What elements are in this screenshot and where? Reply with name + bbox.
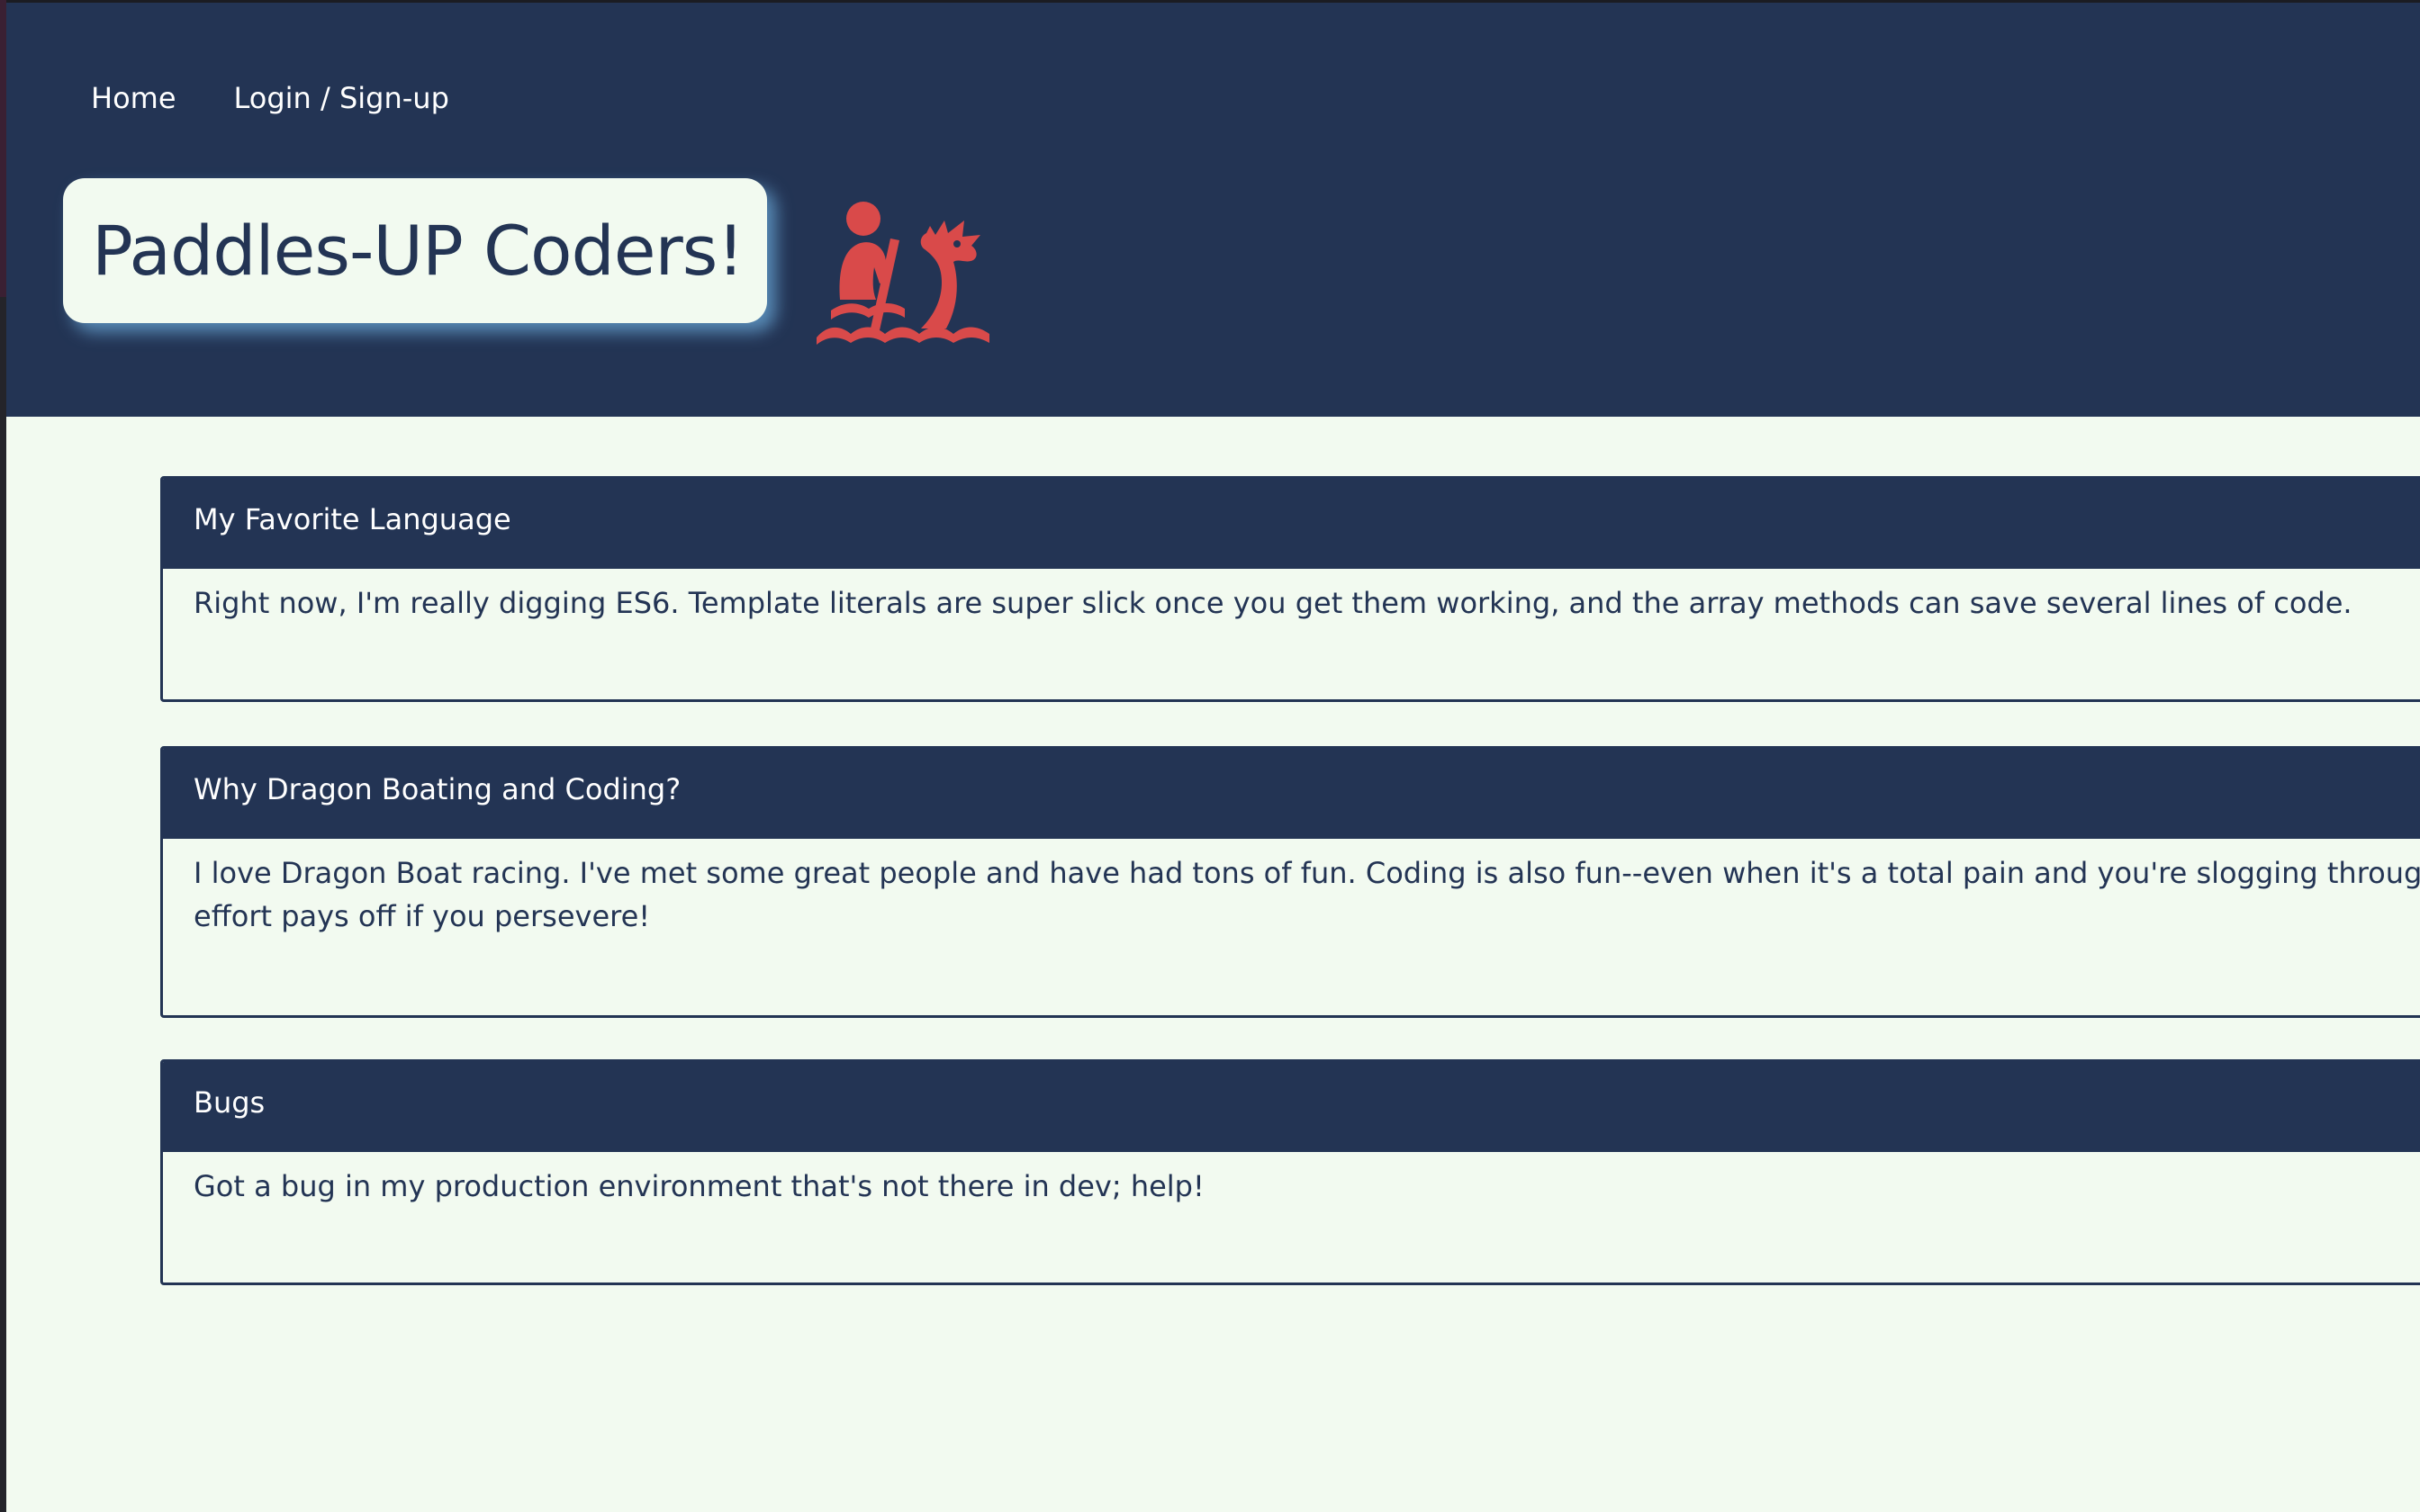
- dragon-boat-paddler-icon: [817, 202, 989, 345]
- post-card-title: My Favorite Language: [163, 479, 2420, 569]
- window-frame-tint: [0, 0, 6, 297]
- post-card-body-line: I love Dragon Boat racing. I've met some…: [194, 856, 2420, 890]
- top-nav: Home Login / Sign-up: [91, 78, 449, 118]
- post-card-body-line: Got a bug in my production environment t…: [194, 1169, 1205, 1203]
- post-card-body: I love Dragon Boat racing. I've met some…: [163, 839, 2420, 938]
- post-card: My Favorite Language Right now, I'm real…: [160, 476, 2420, 702]
- site-title-box: Paddles-UP Coders!: [63, 178, 767, 323]
- post-card-title: Bugs: [163, 1062, 2420, 1152]
- post-card: Why Dragon Boating and Coding? I love Dr…: [160, 746, 2420, 1018]
- window-frame-edge: [0, 0, 6, 1512]
- nav-home-link[interactable]: Home: [91, 78, 176, 118]
- page: Home Login / Sign-up Paddles-UP Coders!: [6, 3, 2420, 1512]
- post-card-body: Right now, I'm really digging ES6. Templ…: [163, 569, 2420, 625]
- post-card: Bugs Got a bug in my production environm…: [160, 1059, 2420, 1285]
- post-card-body-line: effort pays off if you persevere!: [194, 899, 651, 933]
- site-header: Home Login / Sign-up Paddles-UP Coders!: [6, 3, 2420, 417]
- post-card-body: Got a bug in my production environment t…: [163, 1152, 2420, 1208]
- nav-login-signup-link[interactable]: Login / Sign-up: [234, 78, 449, 118]
- post-card-body-line: Right now, I'm really digging ES6. Templ…: [194, 586, 2352, 620]
- post-card-title: Why Dragon Boating and Coding?: [163, 749, 2420, 839]
- site-title: Paddles-UP Coders!: [92, 211, 745, 291]
